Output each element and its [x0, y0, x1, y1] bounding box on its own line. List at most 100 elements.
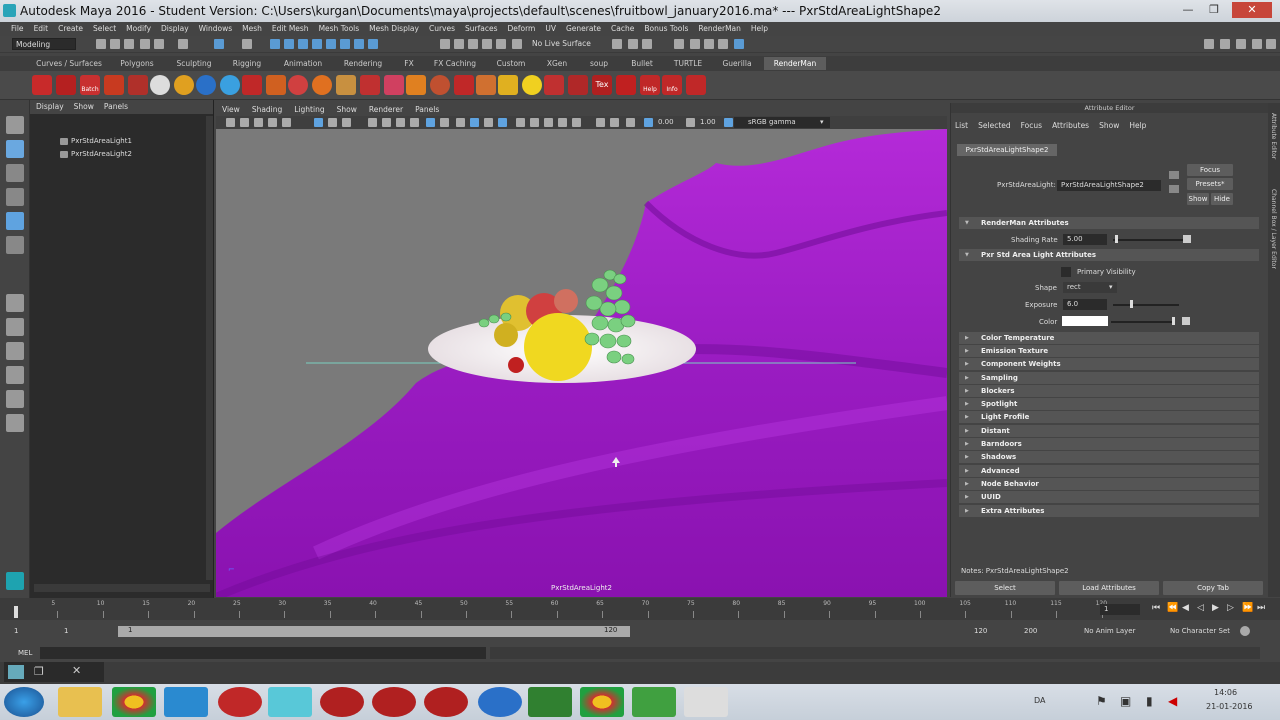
play-forward-icon[interactable]: ▶	[1212, 603, 1219, 613]
mask-surfaces-icon[interactable]	[326, 39, 336, 49]
menu-bonus-tools[interactable]: Bonus Tools	[639, 22, 693, 36]
anim-start-field[interactable]: 1	[14, 627, 18, 635]
maya-taskbar-icon[interactable]	[268, 687, 312, 717]
notepad-icon[interactable]	[632, 687, 676, 717]
globe-icon[interactable]	[196, 75, 216, 95]
hypershade-layout-icon[interactable]	[6, 414, 24, 432]
menu-display[interactable]: Display	[156, 22, 194, 36]
show-channel-box-icon[interactable]	[1252, 39, 1262, 49]
shelf-tab-renderman[interactable]: RenderMan	[764, 57, 826, 70]
globals-icon[interactable]	[128, 75, 148, 95]
section-blockers[interactable]: Blockers	[959, 385, 1259, 397]
chrome-icon[interactable]	[580, 687, 624, 717]
menu-create[interactable]: Create	[53, 22, 88, 36]
outliner-item[interactable]: PxrStdAreaLight2	[60, 150, 132, 158]
viewport-menu-show[interactable]: Show	[337, 103, 357, 116]
area-light-icon[interactable]	[242, 75, 262, 95]
hide-button[interactable]: Hide	[1211, 193, 1233, 205]
exposure-field[interactable]: 6.0	[1063, 299, 1107, 310]
section-emission-texture[interactable]: Emission Texture	[959, 345, 1259, 357]
viewport-menu-lighting[interactable]: Lighting	[294, 103, 324, 116]
tools-icon[interactable]	[686, 75, 706, 95]
shelf-tab-sculpting[interactable]: Sculpting	[170, 57, 218, 70]
shelf-tab-guerilla[interactable]: Guerilla	[718, 57, 756, 70]
section-area-light-attributes[interactable]: Pxr Std Area Light Attributes	[959, 249, 1259, 261]
chrome-icon[interactable]	[112, 687, 156, 717]
color-swatch[interactable]	[1062, 316, 1108, 326]
motion-blur-icon[interactable]	[484, 118, 493, 127]
shelf-tab-xgen[interactable]: XGen	[542, 57, 572, 70]
app-icon[interactable]	[218, 687, 262, 717]
start-button-icon[interactable]	[4, 687, 44, 717]
ambient-occlusion-icon[interactable]	[470, 118, 479, 127]
sphere-icon[interactable]	[220, 75, 240, 95]
select-mask-icon[interactable]	[270, 39, 280, 49]
bulb-icon[interactable]	[498, 75, 518, 95]
focus-button[interactable]: Focus	[1187, 164, 1233, 176]
primary-visibility-checkbox[interactable]	[1061, 267, 1071, 277]
shelf-tab-rigging[interactable]: Rigging	[226, 57, 268, 70]
render-region-icon[interactable]	[612, 39, 622, 49]
color-slider-handle[interactable]	[1172, 317, 1175, 325]
eye-icon[interactable]	[150, 75, 170, 95]
info-icon[interactable]: Info	[662, 75, 682, 95]
history-icon[interactable]	[512, 39, 522, 49]
smooth-shade-icon[interactable]	[382, 118, 391, 127]
menu-help[interactable]: Help	[746, 22, 773, 36]
render-icon[interactable]	[32, 75, 52, 95]
outliner-hscrollbar[interactable]	[34, 584, 210, 592]
playback-start-field[interactable]: 1	[64, 627, 68, 635]
save-scene-icon[interactable]	[124, 39, 134, 49]
rotate-tool-icon[interactable]	[6, 212, 24, 230]
ae-menu-focus[interactable]: Focus	[1021, 121, 1042, 130]
lock-icon[interactable]	[242, 39, 252, 49]
viewport-menu-view[interactable]: View	[222, 103, 240, 116]
light-filter-icon[interactable]	[266, 75, 286, 95]
menu-curves[interactable]: Curves	[424, 22, 460, 36]
outliner-menu-display[interactable]: Display	[36, 100, 64, 114]
shelf-tab-curves-surfaces[interactable]: Curves / Surfaces	[32, 57, 106, 70]
menu-generate[interactable]: Generate	[561, 22, 606, 36]
bake-icon[interactable]	[476, 75, 496, 95]
section-shadows[interactable]: Shadows	[959, 451, 1259, 463]
network-icon[interactable]: ▮	[1146, 694, 1153, 708]
snap-to-view-icon[interactable]	[482, 39, 492, 49]
settings-gear-icon[interactable]	[478, 687, 522, 717]
explorer-icon[interactable]	[58, 687, 102, 717]
close-button[interactable]: ✕	[1232, 2, 1272, 18]
menu-mesh-tools[interactable]: Mesh Tools	[314, 22, 365, 36]
ae-menu-show[interactable]: Show	[1099, 121, 1119, 130]
show-attribute-editor-icon[interactable]	[1220, 39, 1230, 49]
ae-menu-attributes[interactable]: Attributes	[1052, 121, 1089, 130]
attribute-editor-side-tab[interactable]: Attribute Editor	[1270, 113, 1277, 159]
snap-to-grid-icon[interactable]	[440, 39, 450, 49]
color-management-icon[interactable]	[626, 118, 635, 127]
ae-menu-help[interactable]: Help	[1129, 121, 1146, 130]
paint-select-icon[interactable]	[6, 164, 24, 182]
show-layer-editor-icon[interactable]	[1266, 39, 1276, 49]
dome-light-icon[interactable]	[288, 75, 308, 95]
two-d-pan-icon[interactable]	[268, 118, 277, 127]
camera-attributes-icon[interactable]	[226, 118, 235, 127]
map-button-icon[interactable]	[1183, 235, 1191, 243]
show-toolbox-icon[interactable]	[1204, 39, 1214, 49]
help-icon[interactable]: Help	[640, 75, 660, 95]
menu-windows[interactable]: Windows	[194, 22, 237, 36]
step-forward-key-icon[interactable]: ⏩	[1242, 603, 1253, 613]
ae-menu-list[interactable]: List	[955, 121, 968, 130]
channel-box-side-tab[interactable]: Channel Box / Layer Editor	[1270, 189, 1277, 269]
node-tab[interactable]: PxrStdAreaLightShape2	[957, 144, 1057, 156]
menu-renderman[interactable]: RenderMan	[693, 22, 746, 36]
time-slider[interactable]: 5 10 15 20 25 30 35 40 45 50 55 60 65 70 75 80 85 90 95 100…	[0, 598, 1280, 620]
viewport-menu-panels[interactable]: Panels	[415, 103, 439, 116]
outliner-menu-show[interactable]: Show	[74, 100, 94, 114]
monitor-icon[interactable]: ▣	[1120, 694, 1131, 708]
outliner-vscrollbar[interactable]	[206, 116, 213, 580]
lasso-tool-icon[interactable]	[6, 140, 24, 158]
section-sampling[interactable]: Sampling	[959, 372, 1259, 384]
shelf-tab-bullet[interactable]: Bullet	[626, 57, 658, 70]
undo-icon[interactable]	[140, 39, 150, 49]
hair-icon[interactable]	[430, 75, 450, 95]
map-button-icon[interactable]	[1182, 317, 1190, 325]
scale-tool-icon[interactable]	[6, 236, 24, 254]
